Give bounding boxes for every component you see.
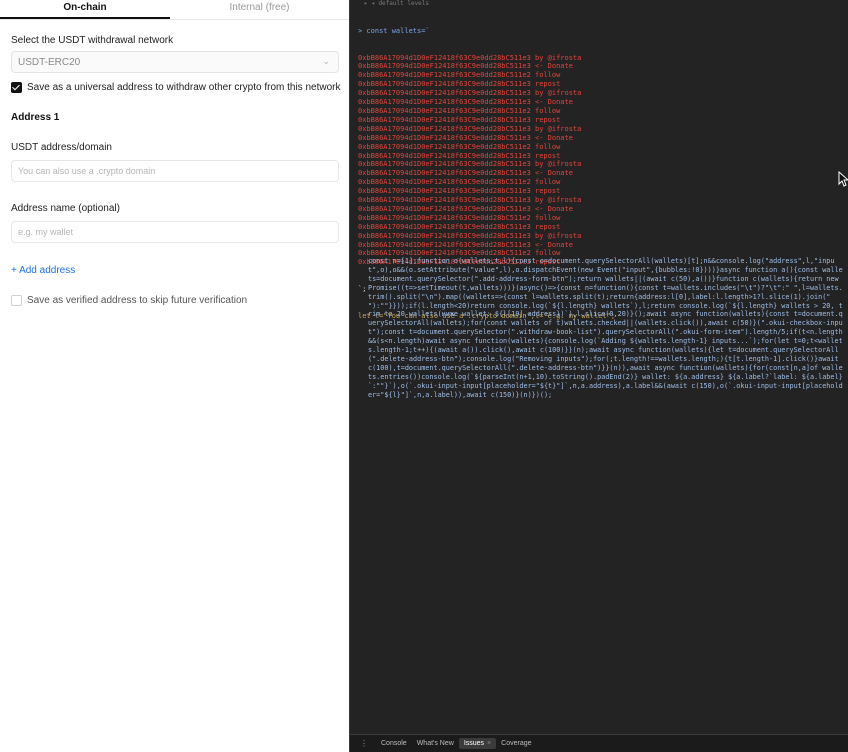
network-select[interactable]: USDT-ERC20 ⌄ [11, 51, 339, 73]
drawer-tab-coverage[interactable]: Coverage [496, 738, 536, 749]
wallet-log-line: 0xbB86A17094d1D0eF12418f63C9e0dd28bC511e… [358, 124, 582, 133]
menu-icon[interactable]: ⋮ [360, 739, 368, 748]
close-icon[interactable]: × [487, 740, 491, 747]
wallet-log-line: 0xbB86A17094d1D0eF12418f63C9e0dd28bC511e… [358, 231, 582, 240]
withdraw-tabs: On-chain Internal (free) [0, 0, 349, 20]
wallet-log-line: 0xbB86A17094d1D0eF12418f63C9e0dd28bC511e… [358, 89, 582, 98]
wallet-log-line: 0xbB86A17094d1D0eF12418f63C9e0dd28bC511e… [358, 133, 573, 142]
wallet-log-line: 0xbB86A17094d1D0eF12418f63C9e0dd28bC511e… [358, 187, 561, 196]
drawer-tab-issues[interactable]: Issues × [458, 738, 497, 749]
console-prompt-line: > const wallets=` [358, 26, 430, 35]
add-address-link[interactable]: + Add address [11, 265, 75, 276]
wallet-log-line: 0xbB86A17094d1D0eF12418f63C9e0dd28bC511e… [358, 213, 561, 222]
drawer-tab-what-s-new[interactable]: What's New [412, 738, 459, 749]
verified-address-checkbox[interactable] [11, 295, 22, 306]
chevron-down-icon: ⌄ [322, 56, 330, 66]
universal-address-checkbox[interactable] [11, 82, 22, 93]
drawer-tab-console[interactable]: Console [376, 738, 412, 749]
withdrawal-form-panel: On-chain Internal (free) Select the USDT… [0, 0, 349, 752]
address-name-input[interactable] [11, 221, 339, 243]
wallet-log-line: 0xbB86A17094d1D0eF12418f63C9e0dd28bC511e… [358, 62, 573, 71]
wallet-log-line: 0xbB86A17094d1D0eF12418f63C9e0dd28bC511e… [358, 115, 561, 124]
wallet-log-lines: 0xbB86A17094d1D0eF12418f63C9e0dd28bC511e… [358, 54, 846, 268]
address-heading: Address 1 [11, 112, 60, 123]
verified-address-label: Save as verified address to skip future … [27, 295, 248, 306]
wallet-log-line: 0xbB86A17094d1D0eF12418f63C9e0dd28bC511e… [358, 240, 573, 249]
mouse-cursor-icon [838, 171, 848, 187]
wallet-log-line: 0xbB86A17094d1D0eF12418f63C9e0dd28bC511e… [358, 151, 561, 160]
tab-on-chain[interactable]: On-chain [0, 0, 170, 19]
universal-address-label: Save as a universal address to withdraw … [27, 82, 341, 93]
wallet-log-line: 0xbB86A17094d1D0eF12418f63C9e0dd28bC511e… [358, 204, 573, 213]
wallet-log-line: 0xbB86A17094d1D0eF12418f63C9e0dd28bC511e… [358, 160, 582, 169]
wallet-log-line: 0xbB86A17094d1D0eF12418f63C9e0dd28bC511e… [358, 98, 573, 107]
wallet-log-line: 0xbB86A17094d1D0eF12418f63C9e0dd28bC511e… [358, 80, 561, 89]
network-label: Select the USDT withdrawal network [11, 35, 174, 46]
address-name-label: Address name (optional) [11, 203, 120, 214]
devtools-panel: ▸ ◂ default levels > const wallets=` 0xb… [349, 0, 848, 752]
usdt-address-input[interactable] [11, 160, 339, 182]
drawer-tab-label: Console [381, 740, 407, 747]
wallet-log-line: 0xbB86A17094d1D0eF12418f63C9e0dd28bC511e… [358, 169, 573, 178]
console-script-code: const n=[1];function o(wallets,t,l){cons… [368, 257, 843, 399]
wallet-log-line: 0xbB86A17094d1D0eF12418f63C9e0dd28bC511e… [358, 222, 561, 231]
drawer-tab-label: Coverage [501, 740, 532, 747]
usdt-address-label: USDT address/domain [11, 142, 112, 153]
wallet-log-line: 0xbB86A17094d1D0eF12418f63C9e0dd28bC511e… [358, 71, 561, 80]
wallet-log-line: 0xbB86A17094d1D0eF12418f63C9e0dd28bC511e… [358, 106, 561, 115]
drawer-tab-label: What's New [416, 740, 454, 747]
wallet-log-line: 0xbB86A17094d1D0eF12418f63C9e0dd28bC511e… [358, 178, 561, 187]
drawer-tab-label: Issues [463, 740, 485, 747]
console-toolbar: ▸ ◂ default levels [364, 0, 430, 7]
devtools-drawer: ⋮ Console What's New Issues × Coverage [350, 734, 848, 752]
tab-internal[interactable]: Internal (free) [170, 0, 349, 19]
wallet-log-line: 0xbB86A17094d1D0eF12418f63C9e0dd28bC511e… [358, 53, 582, 62]
network-selected-value: USDT-ERC20 [18, 57, 81, 68]
wallet-log-line: 0xbB86A17094d1D0eF12418f63C9e0dd28bC511e… [358, 142, 561, 151]
drawer-tabs: Console What's New Issues × Coverage [376, 738, 537, 749]
wallet-log-line: 0xbB86A17094d1D0eF12418f63C9e0dd28bC511e… [358, 196, 582, 205]
